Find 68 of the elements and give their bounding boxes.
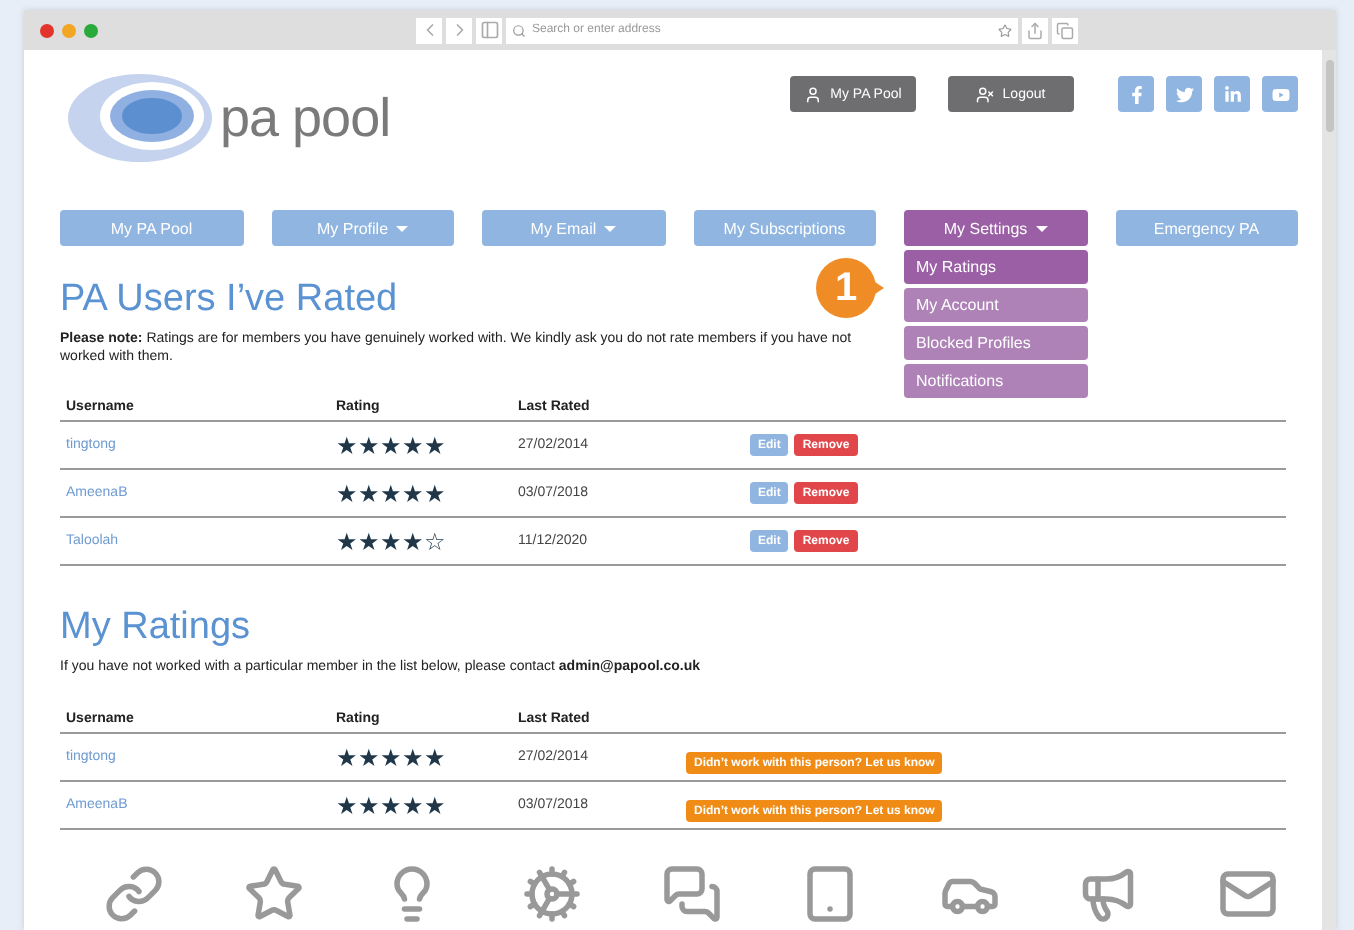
forward-button[interactable] [446, 17, 472, 43]
tabs-button[interactable] [1052, 17, 1078, 43]
facebook-icon [1127, 85, 1145, 103]
gear-icon[interactable] [521, 864, 582, 925]
twitter-button[interactable] [1166, 76, 1202, 112]
filled-star-icon: ★ [380, 745, 402, 770]
nav-tab[interactable]: Emergency PA [1115, 210, 1298, 246]
filled-star-icon: ★ [358, 793, 380, 818]
filled-star-icon: ★ [402, 529, 424, 554]
close-dot[interactable] [40, 23, 54, 37]
empty-star-icon: ☆ [424, 529, 446, 554]
nav-tab[interactable]: My Email [482, 210, 665, 246]
filled-star-icon: ★ [424, 793, 446, 818]
filled-star-icon: ★ [380, 481, 402, 506]
user-icon [804, 85, 823, 103]
facebook-button[interactable] [1118, 76, 1154, 112]
search-icon [512, 23, 526, 37]
filled-star-icon: ★ [380, 529, 402, 554]
filled-star-icon: ★ [358, 433, 380, 458]
filled-star-icon: ★ [424, 481, 446, 506]
filled-star-icon: ★ [358, 745, 380, 770]
section-title: PA Users I’ve Rated [60, 278, 398, 322]
back-button[interactable] [416, 17, 442, 43]
filled-star-icon: ★ [336, 745, 358, 770]
nav-tab[interactable]: My Settings [904, 210, 1087, 246]
twitter-icon [1175, 85, 1193, 103]
nav-tab[interactable]: My Profile [271, 210, 454, 246]
linkedin-icon [1223, 85, 1241, 103]
chat-icon[interactable] [661, 864, 721, 925]
filled-star-icon: ★ [336, 433, 358, 458]
logo-text: pa pool [220, 87, 391, 149]
filled-star-icon: ★ [336, 793, 358, 818]
filled-star-icon: ★ [424, 745, 446, 770]
megaphone-icon[interactable] [1078, 864, 1139, 925]
filled-star-icon: ★ [402, 793, 424, 818]
filled-star-icon: ★ [358, 529, 380, 554]
minimize-dot[interactable] [62, 23, 76, 37]
filled-star-icon: ★ [336, 481, 358, 506]
filled-star-icon: ★ [424, 433, 446, 458]
filled-star-icon: ★ [402, 433, 424, 458]
sidebar-icon [479, 20, 499, 40]
user-cross-icon [976, 85, 995, 103]
filled-star-icon: ★ [402, 481, 424, 506]
dropdown-item[interactable]: My Ratings [904, 250, 1087, 284]
filled-star-icon: ★ [402, 745, 424, 770]
linkedin-button[interactable] [1214, 76, 1250, 112]
filled-star-icon: ★ [380, 433, 402, 458]
youtube-button[interactable] [1262, 76, 1298, 112]
filled-star-icon: ★ [380, 793, 402, 818]
dropdown-item[interactable]: My Account [904, 288, 1087, 322]
share-button[interactable] [1022, 17, 1048, 43]
link-icon[interactable] [104, 864, 164, 925]
nav-tab[interactable]: My Subscriptions [693, 210, 876, 246]
share-icon [1026, 21, 1044, 39]
filled-star-icon: ★ [358, 481, 380, 506]
sidebar-button[interactable] [476, 17, 502, 43]
logo-icon [68, 74, 212, 162]
dropdown-item[interactable]: Notifications [904, 364, 1087, 398]
maximize-dot[interactable] [84, 23, 98, 37]
dropdown-item[interactable]: Blocked Profiles [904, 326, 1087, 360]
section-title: My Ratings [60, 606, 251, 651]
star-icon[interactable] [998, 23, 1012, 37]
star-icon[interactable] [243, 864, 304, 925]
nav-tab[interactable]: My PA Pool [60, 210, 243, 246]
step-badge: 1 [816, 258, 876, 318]
youtube-icon [1271, 85, 1289, 103]
tabs-icon [1056, 21, 1074, 39]
filled-star-icon: ★ [336, 529, 358, 554]
